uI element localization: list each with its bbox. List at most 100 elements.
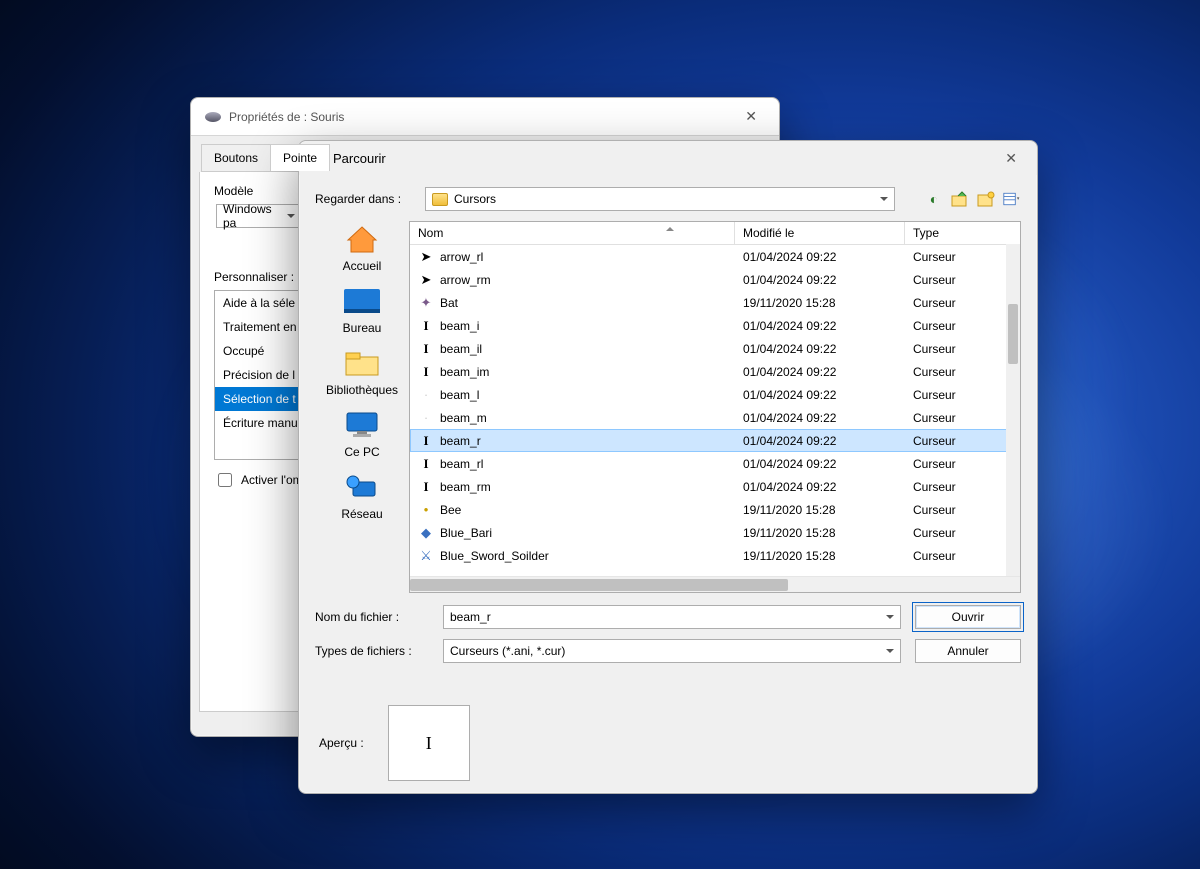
up-folder-icon[interactable] <box>951 190 969 208</box>
file-modified: 19/11/2020 15:28 <box>735 549 905 563</box>
file-row[interactable]: ·beam_m01/04/2024 09:22Curseur <box>410 406 1020 429</box>
file-pane: Nom Modifié le Type ➤arrow_rl01/04/2024 … <box>409 221 1021 593</box>
filename-combo[interactable]: beam_r <box>443 605 901 629</box>
file-row[interactable]: ⚔Blue_Sword_Soilder19/11/2020 15:28Curse… <box>410 544 1020 567</box>
file-type: Curseur <box>905 526 1020 540</box>
place-label: Bureau <box>343 321 382 335</box>
tab-buttons[interactable]: Boutons <box>201 144 271 171</box>
file-row[interactable]: ·beam_l01/04/2024 09:22Curseur <box>410 383 1020 406</box>
back-icon[interactable]: ◐ <box>925 190 943 208</box>
place-réseau[interactable]: Réseau <box>315 471 409 521</box>
file-type: Curseur <box>905 365 1020 379</box>
file-row[interactable]: Ibeam_rm01/04/2024 09:22Curseur <box>410 475 1020 498</box>
file-name: beam_l <box>440 388 479 402</box>
file-row[interactable]: ✦Bat19/11/2020 15:28Curseur <box>410 291 1020 314</box>
file-name: beam_rl <box>440 457 483 471</box>
view-menu-icon[interactable] <box>1003 190 1021 208</box>
file-icon: · <box>418 387 434 403</box>
file-name: beam_rm <box>440 480 491 494</box>
file-name: arrow_rm <box>440 273 491 287</box>
file-row[interactable]: Ibeam_rl01/04/2024 09:22Curseur <box>410 452 1020 475</box>
place-label: Réseau <box>341 507 382 521</box>
horizontal-scrollbar[interactable] <box>410 576 1020 592</box>
place-label: Ce PC <box>344 445 379 459</box>
file-row[interactable]: Ibeam_il 01/04/2024 09:22Curseur <box>410 337 1020 360</box>
file-name: beam_il <box>440 342 482 356</box>
place-label: Bibliothèques <box>326 383 398 397</box>
open-button[interactable]: Ouvrir <box>915 605 1021 629</box>
file-icon: · <box>418 410 434 426</box>
column-type[interactable]: Type <box>905 222 1020 244</box>
place-accueil[interactable]: Accueil <box>315 223 409 273</box>
close-icon[interactable]: ✕ <box>737 104 765 129</box>
file-type: Curseur <box>905 434 1020 448</box>
file-icon: I <box>418 318 434 334</box>
place-bureau[interactable]: Bureau <box>315 285 409 335</box>
file-name: beam_im <box>440 365 489 379</box>
file-row[interactable]: ➤arrow_rm01/04/2024 09:22Curseur <box>410 268 1020 291</box>
properties-title: Propriétés de : Souris <box>229 110 344 124</box>
file-icon: I <box>418 341 434 357</box>
file-icon: • <box>418 502 434 518</box>
file-type: Curseur <box>905 549 1020 563</box>
column-headers: Nom Modifié le Type <box>410 222 1020 245</box>
file-modified: 19/11/2020 15:28 <box>735 296 905 310</box>
close-icon[interactable]: ✕ <box>997 146 1025 171</box>
file-name: beam_i <box>440 319 479 333</box>
place-ce-pc[interactable]: Ce PC <box>315 409 409 459</box>
scheme-combo-value: Windows pa <box>223 202 283 230</box>
preview-cursor-icon: I <box>426 733 432 754</box>
file-modified: 01/04/2024 09:22 <box>735 434 905 448</box>
file-row[interactable]: Ibeam_i01/04/2024 09:22Curseur <box>410 314 1020 337</box>
file-row[interactable]: Ibeam_r01/04/2024 09:22Curseur <box>410 429 1020 452</box>
file-modified: 01/04/2024 09:22 <box>735 319 905 333</box>
column-name[interactable]: Nom <box>410 222 735 244</box>
place-icon <box>342 347 382 379</box>
file-name: Blue_Bari <box>440 526 492 540</box>
file-modified: 01/04/2024 09:22 <box>735 342 905 356</box>
preview-box: I <box>388 705 470 781</box>
file-modified: 19/11/2020 15:28 <box>735 503 905 517</box>
file-row[interactable]: Ibeam_im01/04/2024 09:22Curseur <box>410 360 1020 383</box>
file-row[interactable]: ➤arrow_rl01/04/2024 09:22Curseur <box>410 245 1020 268</box>
column-modified[interactable]: Modifié le <box>735 222 905 244</box>
file-icon: ✦ <box>418 295 434 311</box>
file-name: Bat <box>440 296 458 310</box>
file-icon: ◆ <box>418 525 434 541</box>
folder-icon <box>432 193 448 206</box>
file-type: Curseur <box>905 388 1020 402</box>
mouse-icon <box>205 112 221 122</box>
new-folder-icon[interactable] <box>977 190 995 208</box>
place-icon <box>342 471 382 503</box>
file-type: Curseur <box>905 342 1020 356</box>
vertical-scrollbar[interactable] <box>1006 244 1020 576</box>
file-row[interactable]: •Bee19/11/2020 15:28Curseur <box>410 498 1020 521</box>
sort-ascending-icon <box>666 223 674 231</box>
file-icon: I <box>418 456 434 472</box>
tab-pointers[interactable]: Pointe <box>270 144 330 171</box>
places-bar: Accueil Bureau Bibliothèques Ce PC Réseau <box>315 221 409 593</box>
cancel-button[interactable]: Annuler <box>915 639 1021 663</box>
lookin-combo[interactable]: Cursors <box>425 187 895 211</box>
filename-value: beam_r <box>450 610 491 624</box>
file-row[interactable]: ◆Blue_Bari19/11/2020 15:28Curseur <box>410 521 1020 544</box>
file-name: beam_r <box>440 434 481 448</box>
browse-dialog: Parcourir ✕ Regarder dans : Cursors ◐ <box>298 140 1038 794</box>
shadow-checkbox-label: Activer l'om <box>241 473 303 487</box>
column-name-label: Nom <box>418 226 443 240</box>
file-modified: 01/04/2024 09:22 <box>735 365 905 379</box>
file-icon: ➤ <box>418 249 434 265</box>
browse-toolbar: ◐ <box>925 190 1021 208</box>
properties-titlebar[interactable]: Propriétés de : Souris ✕ <box>191 98 779 136</box>
preview-label: Aperçu : <box>319 736 364 750</box>
browse-titlebar[interactable]: Parcourir ✕ <box>299 141 1037 175</box>
file-name: Blue_Sword_Soilder <box>440 549 549 563</box>
lookin-value: Cursors <box>454 192 496 206</box>
scheme-combo[interactable]: Windows pa <box>216 204 302 228</box>
place-icon <box>342 285 382 317</box>
filename-label: Nom du fichier : <box>315 610 435 624</box>
file-list[interactable]: ➤arrow_rl01/04/2024 09:22Curseur➤arrow_r… <box>410 245 1020 576</box>
place-bibliothèques[interactable]: Bibliothèques <box>315 347 409 397</box>
filetype-combo[interactable]: Curseurs (*.ani, *.cur) <box>443 639 901 663</box>
shadow-checkbox[interactable] <box>218 473 232 487</box>
